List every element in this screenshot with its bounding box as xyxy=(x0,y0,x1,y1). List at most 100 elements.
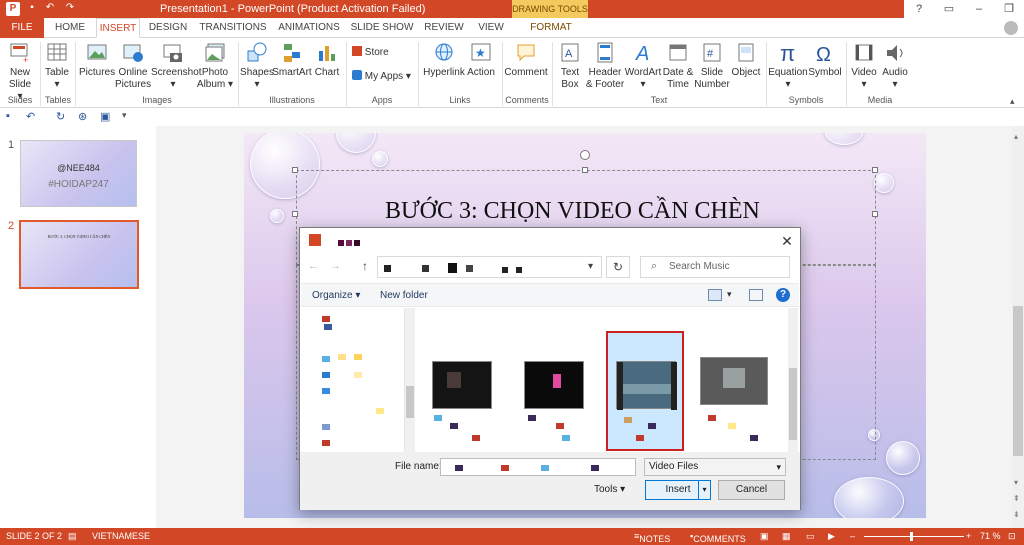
navigation-pane[interactable] xyxy=(300,308,405,452)
tab-review[interactable]: REVIEW xyxy=(420,18,468,38)
tools-button[interactable]: Tools ▾ xyxy=(594,484,625,495)
slide-title[interactable]: BƯỚC 3: CHỌN VIDEO CẦN CHÈN xyxy=(385,198,760,225)
view-dropdown-icon[interactable]: ▾ xyxy=(727,289,732,300)
zoom-level[interactable]: 71 % xyxy=(980,531,1001,541)
video-button[interactable]: Video ▾ xyxy=(850,41,878,91)
comments-button[interactable]: ▪ COMMENTS xyxy=(690,531,746,544)
file-type-select[interactable]: Video Files ▾ xyxy=(644,458,786,476)
rotate-handle-icon[interactable] xyxy=(580,150,590,160)
redo-icon[interactable]: ↷ xyxy=(64,2,76,14)
date-time-button[interactable]: Date & Time xyxy=(662,41,694,91)
save-icon[interactable]: ▪ xyxy=(6,110,10,122)
tab-view[interactable]: VIEW xyxy=(474,18,508,38)
slide-number-button[interactable]: # Slide Number xyxy=(694,41,730,91)
insert-dropdown-icon[interactable]: ▾ xyxy=(698,481,710,499)
insert-button[interactable]: Insert ▾ xyxy=(645,480,711,500)
normal-view-icon[interactable]: ▣ xyxy=(760,531,769,542)
resize-handle[interactable] xyxy=(292,211,298,217)
navigation-pane-scrollbar[interactable] xyxy=(405,308,415,452)
resize-handle[interactable] xyxy=(292,167,298,173)
audio-button[interactable]: Audio ▾ xyxy=(880,41,910,91)
file-list-scrollbar[interactable] xyxy=(788,308,798,452)
resize-handle[interactable] xyxy=(872,167,878,173)
collapse-ribbon-icon[interactable]: ▴ xyxy=(1010,96,1015,107)
view-options-icon[interactable] xyxy=(708,289,722,301)
online-pictures-button[interactable]: Online Pictures xyxy=(115,41,151,91)
redo-icon[interactable]: ↻ xyxy=(56,110,65,123)
restore-icon[interactable]: ❐ xyxy=(994,0,1024,18)
tab-home[interactable]: HOME xyxy=(48,18,92,38)
tab-design[interactable]: DESIGN xyxy=(144,18,192,38)
header-footer-button[interactable]: Header & Footer xyxy=(584,41,626,91)
shapes-button[interactable]: Shapes ▾ xyxy=(240,41,274,91)
video-file-item[interactable] xyxy=(698,331,776,451)
zoom-slider[interactable] xyxy=(864,536,964,537)
chart-button[interactable]: Chart xyxy=(312,41,342,79)
hyperlink-button[interactable]: Hyperlink xyxy=(422,41,466,79)
tab-animations[interactable]: ANIMATIONS xyxy=(274,18,344,38)
forward-arrow-icon[interactable]: → xyxy=(330,260,341,272)
next-slide-icon[interactable]: ⇟ xyxy=(1013,510,1020,519)
video-file-item-selected[interactable] xyxy=(606,331,684,451)
zoom-out-icon[interactable]: – xyxy=(850,531,855,541)
pictures-button[interactable]: Pictures xyxy=(79,41,115,79)
help-icon[interactable]: ? xyxy=(776,288,790,302)
refresh-icon[interactable]: ↻ xyxy=(606,256,630,278)
object-button[interactable]: Object xyxy=(730,41,762,79)
resize-handle[interactable] xyxy=(582,167,588,173)
video-file-item[interactable] xyxy=(422,331,500,451)
ribbon-display-icon[interactable]: ▭ xyxy=(934,0,964,18)
new-folder-button[interactable]: New folder xyxy=(380,290,428,301)
notes-button[interactable]: ≡ NOTES xyxy=(634,531,670,544)
language-label[interactable]: VIETNAMESE xyxy=(92,531,150,541)
new-slide-button[interactable]: + New Slide ▾ xyxy=(2,41,38,103)
slide-sorter-icon[interactable]: ▦ xyxy=(782,531,791,542)
symbol-button[interactable]: Ω Symbol xyxy=(808,41,842,79)
video-file-item[interactable] xyxy=(514,331,592,451)
tab-transitions[interactable]: TRANSITIONS xyxy=(198,18,268,38)
spell-check-icon[interactable]: ▤ xyxy=(68,531,77,542)
organize-button[interactable]: Organize ▾ xyxy=(312,290,360,301)
address-dropdown-icon[interactable]: ▾ xyxy=(588,261,593,272)
reading-view-icon[interactable]: ▭ xyxy=(806,531,815,542)
my-apps-button[interactable]: My Apps ▾ xyxy=(352,70,411,82)
tab-format[interactable]: FORMAT xyxy=(524,18,578,38)
photo-album-button[interactable]: Photo Album ▾ xyxy=(196,41,234,91)
zoom-slider-thumb[interactable] xyxy=(910,532,913,541)
action-button[interactable]: ★ Action xyxy=(464,41,498,79)
tab-slide-show[interactable]: SLIDE SHOW xyxy=(350,18,414,38)
start-slideshow-icon[interactable]: ▣ xyxy=(100,110,110,123)
text-box-button[interactable]: A Text Box xyxy=(556,41,584,91)
search-input[interactable]: ⌕ Search Music xyxy=(640,256,790,278)
slide-thumb-2[interactable]: BƯỚC 3: CHỌN VIDEO CẦN CHÈN xyxy=(19,220,139,289)
up-arrow-icon[interactable]: ↑ xyxy=(362,259,368,273)
file-name-field[interactable] xyxy=(440,458,636,476)
slide-thumb-1[interactable]: @NEE484 #HOIDAP247 xyxy=(20,140,137,207)
equation-button[interactable]: π Equation ▾ xyxy=(768,41,808,91)
editor-vertical-scrollbar[interactable]: ▴ ▾ ⇞ ⇟ xyxy=(1012,126,1024,528)
cancel-button[interactable]: Cancel xyxy=(718,480,785,500)
comment-button[interactable]: Comment xyxy=(504,41,548,79)
back-arrow-icon[interactable]: ← xyxy=(308,260,319,272)
screenshot-button[interactable]: Screenshot ▾ xyxy=(151,41,202,91)
touch-mode-icon[interactable]: ⊛ xyxy=(78,110,87,123)
table-button[interactable]: Table ▾ xyxy=(42,41,72,91)
wordart-button[interactable]: A WordArt ▾ xyxy=(624,41,662,91)
smartart-button[interactable]: SmartArt xyxy=(272,41,312,79)
resize-handle[interactable] xyxy=(872,211,878,217)
undo-icon[interactable]: ↶ xyxy=(44,2,56,14)
fit-slide-icon[interactable]: ⊡ xyxy=(1008,531,1016,542)
user-avatar[interactable] xyxy=(1004,21,1018,35)
tab-file[interactable]: FILE xyxy=(0,18,44,38)
preview-pane-icon[interactable] xyxy=(749,289,763,301)
file-list[interactable] xyxy=(416,308,786,452)
undo-icon[interactable]: ↶ xyxy=(26,110,35,123)
customize-toolbar-icon[interactable]: ▾ xyxy=(122,110,127,121)
tab-insert[interactable]: INSERT xyxy=(96,18,140,38)
save-icon[interactable]: ▪ xyxy=(26,2,38,14)
previous-slide-icon[interactable]: ⇞ xyxy=(1013,494,1020,503)
help-icon[interactable]: ? xyxy=(904,0,934,18)
scroll-thumb[interactable] xyxy=(1013,306,1023,456)
minimize-icon[interactable]: – xyxy=(964,0,994,18)
close-icon[interactable]: ✕ xyxy=(778,232,796,250)
